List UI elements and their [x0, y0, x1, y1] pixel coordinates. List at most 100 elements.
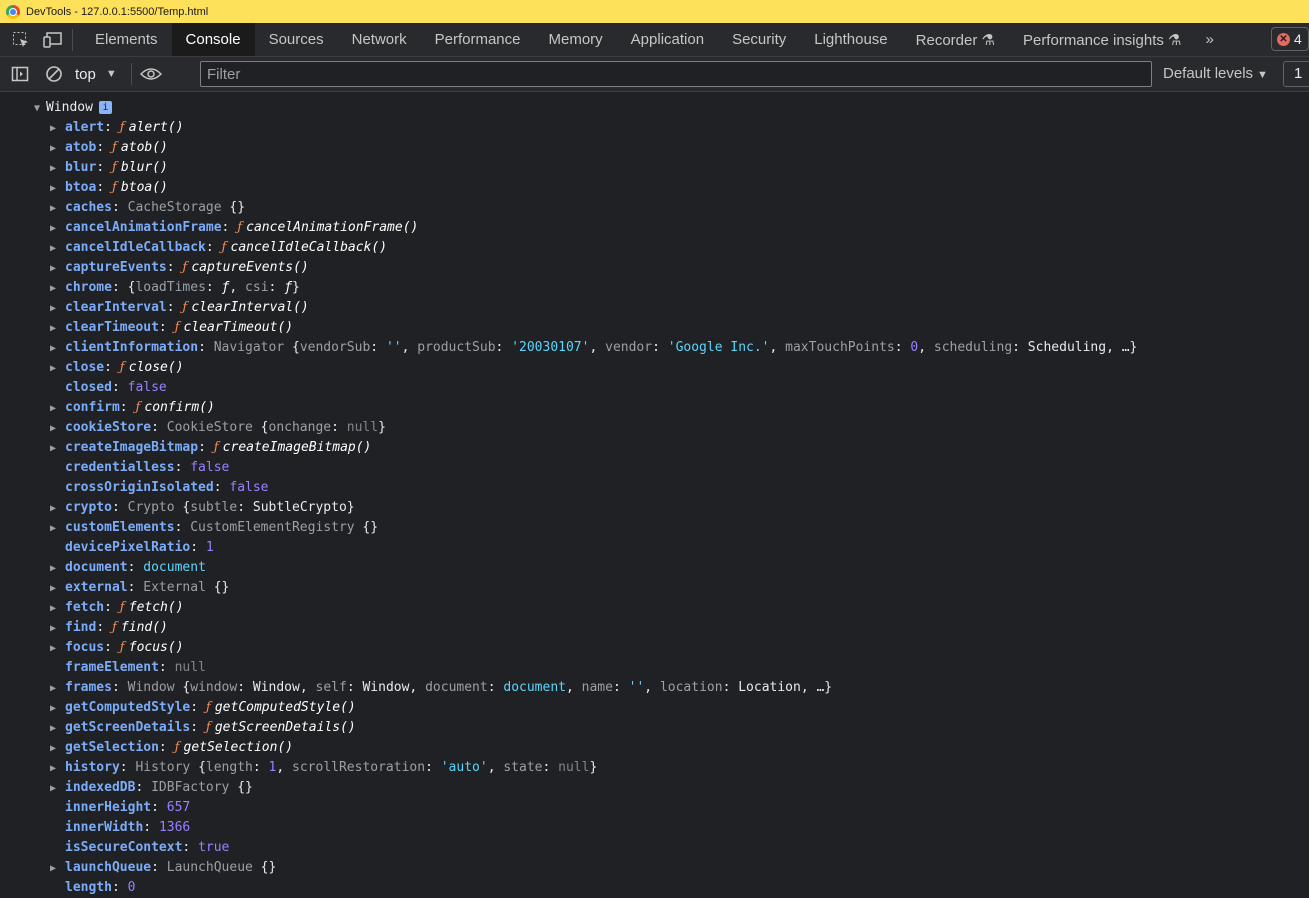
property-row-btoa[interactable]: ▶ btoa: ƒ btoa() — [0, 178, 1309, 198]
property-value-part: '' — [385, 340, 402, 355]
tab-elements[interactable]: Elements — [81, 23, 172, 56]
tab-sources[interactable]: Sources — [255, 23, 338, 56]
property-row-launchQueue[interactable]: ▶ launchQueue: LaunchQueue {} — [0, 858, 1309, 878]
expand-triangle-icon[interactable]: ▶ — [50, 579, 62, 599]
tab-lighthouse[interactable]: Lighthouse — [800, 23, 901, 56]
expand-triangle-icon[interactable]: ▶ — [50, 499, 62, 519]
property-row-focus[interactable]: ▶ focus: ƒ focus() — [0, 638, 1309, 658]
property-row-fetch[interactable]: ▶ fetch: ƒ fetch() — [0, 598, 1309, 618]
property-row-getSelection[interactable]: ▶ getSelection: ƒ getSelection() — [0, 738, 1309, 758]
property-row-caches[interactable]: ▶ caches: CacheStorage {} — [0, 198, 1309, 218]
log-levels-dropdown[interactable]: Default levels ▼ — [1163, 65, 1268, 82]
tab-memory[interactable]: Memory — [535, 23, 617, 56]
tab-performance[interactable]: Performance — [421, 23, 535, 56]
property-value-part: : — [652, 340, 668, 355]
property-row-createImageBitmap[interactable]: ▶ createImageBitmap: ƒ createImageBitmap(… — [0, 438, 1309, 458]
error-counter[interactable]: ✕ 4 — [1271, 27, 1309, 51]
filter-input[interactable] — [200, 61, 1152, 87]
property-row-cancelIdleCallback[interactable]: ▶ cancelIdleCallback: ƒ cancelIdleCallbac… — [0, 238, 1309, 258]
expand-triangle-icon[interactable]: ▶ — [50, 239, 62, 259]
sidebar-toggle-icon[interactable] — [9, 63, 31, 85]
property-key: clearInterval — [65, 300, 167, 315]
expand-triangle-icon[interactable]: ▶ — [50, 679, 62, 699]
property-row-document[interactable]: ▶ document: document — [0, 558, 1309, 578]
tab-performance-insights[interactable]: Performance insights ⚗ — [1009, 23, 1196, 56]
property-row-close[interactable]: ▶ close: ƒ close() — [0, 358, 1309, 378]
property-row-blur[interactable]: ▶ blur: ƒ blur() — [0, 158, 1309, 178]
tab-recorder[interactable]: Recorder ⚗ — [902, 23, 1009, 56]
property-value-part: '' — [628, 680, 645, 695]
property-row-clearTimeout[interactable]: ▶ clearTimeout: ƒ clearTimeout() — [0, 318, 1309, 338]
expand-triangle-icon[interactable]: ▶ — [50, 219, 62, 239]
property-row-atob[interactable]: ▶ atob: ƒ atob() — [0, 138, 1309, 158]
property-row-getComputedStyle[interactable]: ▶ getComputedStyle: ƒ getComputedStyle() — [0, 698, 1309, 718]
property-value-part: ƒ — [111, 140, 121, 155]
property-row-captureEvents[interactable]: ▶ captureEvents: ƒ captureEvents() — [0, 258, 1309, 278]
tab-console[interactable]: Console — [171, 23, 255, 56]
expand-triangle-icon[interactable]: ▶ — [50, 859, 62, 879]
expand-triangle-icon[interactable]: ▶ — [50, 259, 62, 279]
tab-security[interactable]: Security — [718, 23, 800, 56]
info-icon[interactable]: i — [98, 101, 112, 114]
window-object-header[interactable]: ▼ Window i — [0, 98, 1309, 118]
property-row-clientInformation[interactable]: ▶ clientInformation: Navigator {vendorSub… — [0, 338, 1309, 358]
expand-triangle-icon[interactable]: ▶ — [50, 299, 62, 319]
expand-triangle-icon[interactable]: ▶ — [50, 439, 62, 459]
property-value-part: : Scheduling, …} — [1012, 340, 1138, 355]
property-value-part: LaunchQueue — [166, 860, 261, 875]
expand-triangle-icon[interactable]: ▶ — [50, 399, 62, 419]
property-row-alert[interactable]: ▶ alert: ƒ alert() — [0, 118, 1309, 138]
context-selector[interactable]: top ▼ — [75, 66, 117, 83]
expand-triangle-icon[interactable]: ▶ — [50, 559, 62, 579]
expand-triangle-icon[interactable]: ▶ — [50, 419, 62, 439]
expand-triangle-icon[interactable]: ▶ — [50, 599, 62, 619]
property-value-part: : Location, …} — [722, 680, 833, 695]
expand-triangle-icon[interactable]: ▶ — [50, 279, 62, 299]
property-row-crypto[interactable]: ▶ crypto: Crypto {subtle: SubtleCrypto} — [0, 498, 1309, 518]
expand-triangle-icon[interactable]: ▶ — [50, 199, 62, 219]
tab-application[interactable]: Application — [617, 23, 718, 56]
property-row-history[interactable]: ▶ history: History {length: 1, scrollRest… — [0, 758, 1309, 778]
property-row-customElements[interactable]: ▶ customElements: CustomElementRegistry {… — [0, 518, 1309, 538]
expand-triangle-icon[interactable]: ▶ — [50, 179, 62, 199]
key-separator: : — [127, 560, 144, 575]
expand-triangle-icon[interactable]: ▶ — [50, 359, 62, 379]
expand-triangle-icon[interactable]: ▶ — [50, 159, 62, 179]
expand-triangle-icon[interactable]: ▶ — [50, 759, 62, 779]
expand-triangle-icon[interactable]: ▶ — [50, 619, 62, 639]
expand-triangle-icon[interactable]: ▶ — [50, 779, 62, 799]
expand-triangle-icon[interactable]: ▶ — [50, 519, 62, 539]
property-value-part: 657 — [166, 800, 191, 815]
expand-triangle-icon[interactable]: ▶ — [50, 739, 62, 759]
device-toolbar-icon[interactable] — [42, 29, 64, 51]
property-row-find[interactable]: ▶ find: ƒ find() — [0, 618, 1309, 638]
property-row-indexedDB[interactable]: ▶ indexedDB: IDBFactory {} — [0, 778, 1309, 798]
expand-triangle-icon[interactable]: ▶ — [50, 139, 62, 159]
live-expression-eye-icon[interactable] — [139, 63, 162, 85]
tab-network[interactable]: Network — [338, 23, 421, 56]
property-row-frames[interactable]: ▶ frames: Window {window: Window, self: W… — [0, 678, 1309, 698]
expand-triangle-icon[interactable]: ▶ — [50, 719, 62, 739]
issues-counter[interactable]: 1 — [1283, 61, 1309, 87]
property-value-part: ƒ — [111, 620, 121, 635]
property-key: find — [65, 620, 97, 635]
property-row-getScreenDetails[interactable]: ▶ getScreenDetails: ƒ getScreenDetails() — [0, 718, 1309, 738]
expand-triangle-icon[interactable]: ▶ — [50, 639, 62, 659]
property-row-cancelAnimationFrame[interactable]: ▶ cancelAnimationFrame: ƒ cancelAnimation… — [0, 218, 1309, 238]
expand-triangle-icon[interactable]: ▶ — [50, 319, 62, 339]
key-separator: : — [111, 680, 128, 695]
property-row-confirm[interactable]: ▶ confirm: ƒ confirm() — [0, 398, 1309, 418]
expand-triangle-icon[interactable]: ▶ — [50, 119, 62, 139]
inspect-element-icon[interactable] — [10, 29, 32, 51]
console-output: ▼ Window i ▶ alert: ƒ alert() ▶ atob: ƒ atob(… — [0, 92, 1309, 898]
clear-console-icon[interactable] — [43, 63, 65, 85]
property-row-cookieStore[interactable]: ▶ cookieStore: CookieStore {onchange: nul… — [0, 418, 1309, 438]
key-separator: : — [96, 140, 112, 155]
property-row-clearInterval[interactable]: ▶ clearInterval: ƒ clearInterval() — [0, 298, 1309, 318]
expand-triangle-icon[interactable]: ▼ — [34, 99, 46, 119]
more-tabs-button[interactable]: » — [1195, 23, 1223, 56]
property-row-chrome[interactable]: ▶ chrome: {loadTimes: ƒ, csi: ƒ} — [0, 278, 1309, 298]
expand-triangle-icon[interactable]: ▶ — [50, 339, 62, 359]
property-row-external[interactable]: ▶ external: External {} — [0, 578, 1309, 598]
expand-triangle-icon[interactable]: ▶ — [50, 699, 62, 719]
